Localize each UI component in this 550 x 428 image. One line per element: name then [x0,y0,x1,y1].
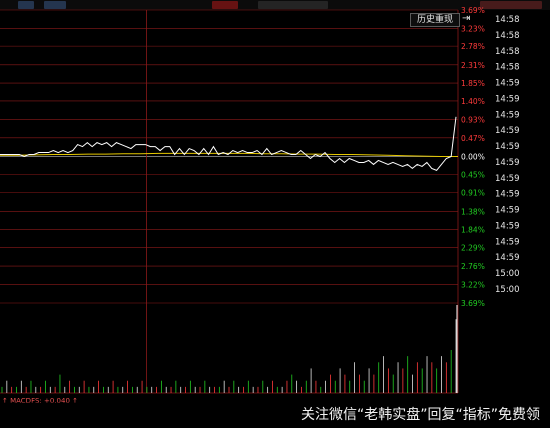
pct-tick-label: 1.84% [461,226,485,235]
time-tick-label: 14:58 [495,15,520,25]
pct-tick-label: 1.38% [461,207,485,216]
watermark-banner: 关注微信“老韩实盘”回复“指标”免费领 [0,402,550,428]
history-replay-button[interactable]: 历史重现 [410,13,460,27]
exit-arrow-icon[interactable]: ⇥ [462,12,474,26]
watermark-text: 关注微信“老韩实盘”回复“指标”免费领 [300,407,540,423]
time-tick-label: 14:58 [495,47,520,57]
pct-tick-label: 0.45% [461,170,485,179]
time-tick-label: 14:59 [495,79,520,89]
pct-tick-label: 0.47% [461,134,485,143]
pct-tick-label: 2.78% [461,42,485,51]
pct-tick-label: 1.85% [461,79,485,88]
pct-tick-label: 3.22% [461,280,485,289]
time-tick-label: 14:59 [495,206,520,216]
time-tick-label: 15:00 [495,269,520,279]
time-tick-label: 14:58 [495,31,520,41]
price-line [0,116,457,171]
pct-tick-label: 3.69% [461,299,485,308]
pct-tick-label: 1.40% [461,97,485,106]
time-tick-label: 14:59 [495,94,520,104]
time-tick-label: 14:59 [495,237,520,247]
pct-tick-label: 2.31% [461,61,485,70]
time-tick-label: 14:59 [495,221,520,231]
pct-tick-label: 2.29% [461,243,485,252]
pct-tick-label: 0.00% [461,153,485,162]
intraday-chart: 3.69%3.23%2.78%2.31%1.85%1.40%0.93%0.47%… [0,6,520,394]
time-tick-label: 14:59 [495,142,520,152]
time-tick-label: 14:59 [495,174,520,184]
pct-tick-label: 0.91% [461,189,485,198]
time-tick-label: 14:59 [495,126,520,136]
time-tick-label: 15:00 [495,285,520,295]
time-tick-label: 14:59 [495,190,520,200]
time-tick-label: 14:58 [495,63,520,73]
pct-tick-label: 0.93% [461,116,485,125]
pct-tick-label: 2.76% [461,262,485,271]
time-tick-label: 14:59 [495,110,520,120]
time-tick-label: 14:59 [495,158,520,168]
time-tick-label: 14:59 [495,253,520,263]
